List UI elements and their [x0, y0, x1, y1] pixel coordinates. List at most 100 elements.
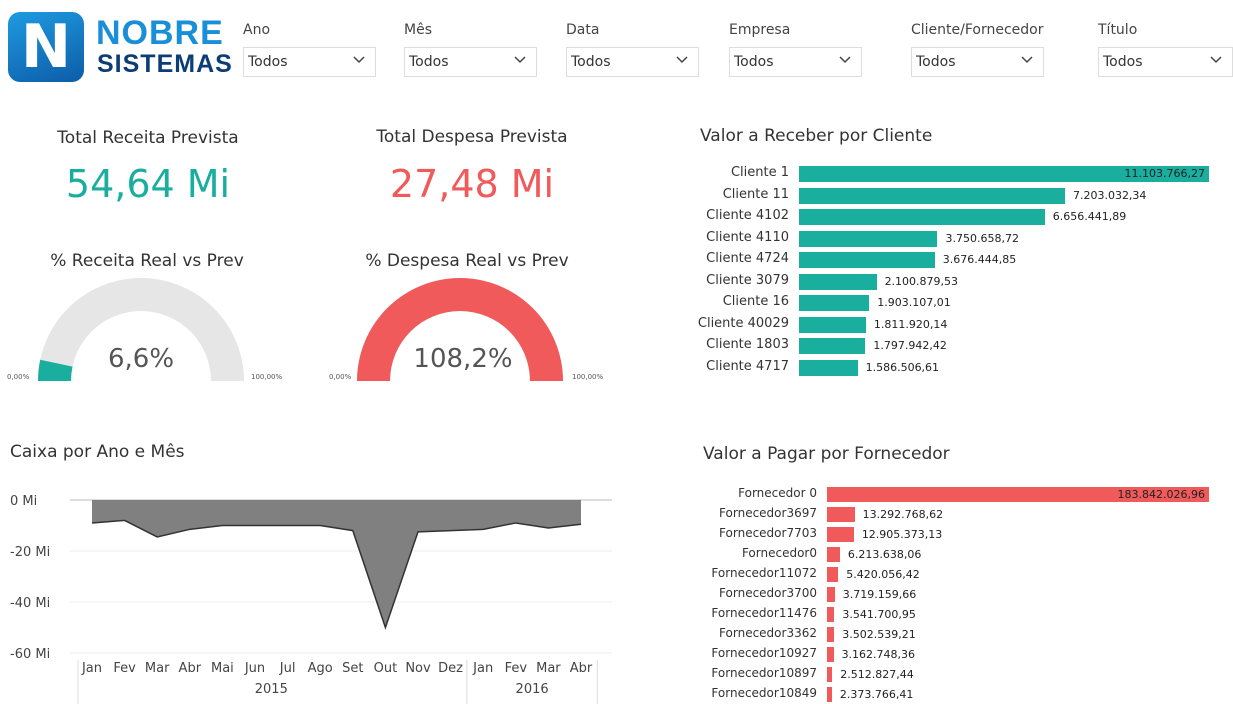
- bar-label: Cliente 4717: [706, 358, 789, 374]
- bar-value-label: 11.103.766,27: [1124, 167, 1205, 180]
- x-tick-label: Fev: [113, 661, 136, 676]
- logo-text-sistemas: SISTEMAS: [97, 50, 233, 78]
- caixa-title: Caixa por Ano e Mês: [10, 442, 185, 462]
- filter-label-0: Ano: [243, 22, 271, 38]
- filter-label-3: Empresa: [729, 22, 791, 38]
- filter-value-1: Todos: [409, 54, 449, 70]
- filter-dropdown-5[interactable]: Todos: [1098, 47, 1233, 77]
- filter-label-5: Título: [1098, 22, 1138, 38]
- bar-value-label: 7.203.032,34: [1072, 188, 1147, 202]
- bar-label: Fornecedor11072: [711, 566, 817, 580]
- filter-dropdown-0[interactable]: Todos: [243, 47, 376, 77]
- bar[interactable]: [799, 316, 866, 333]
- bar[interactable]: [827, 547, 840, 562]
- pagar-bar-chart: Fornecedor 0 183.842.026,96 Fornecedor3697…: [690, 486, 1220, 704]
- x-tick-label: Mar: [536, 661, 561, 676]
- chevron-down-icon: [676, 56, 688, 64]
- kpi-despesa-value: 27,48 Mi: [389, 162, 555, 206]
- chevron-down-icon: [514, 56, 526, 64]
- x-tick-label: Mar: [145, 661, 170, 676]
- x-tick-label: Mai: [211, 661, 234, 676]
- logo-letter: N: [20, 12, 72, 82]
- bar[interactable]: [827, 527, 854, 542]
- bar[interactable]: [827, 587, 835, 602]
- y-tick-label: -20 Mi: [10, 545, 50, 560]
- bar[interactable]: [827, 667, 833, 682]
- x-tick-label: Jul: [279, 661, 296, 676]
- x-tick-label: Dez: [438, 661, 463, 676]
- bar-value-label: 5.420.056,42: [846, 568, 920, 581]
- x-tick-label: Ago: [308, 661, 333, 676]
- bar[interactable]: [827, 607, 835, 622]
- logo-mark: N: [8, 12, 84, 82]
- bar[interactable]: [799, 187, 1065, 204]
- gauge-despesa-title: % Despesa Real vs Prev: [365, 251, 569, 271]
- bar[interactable]: [799, 295, 870, 311]
- bar-value-label: 6.213.638,06: [847, 548, 922, 561]
- bar-label: Fornecedor3697: [719, 506, 817, 520]
- filter-dropdown-4[interactable]: Todos: [911, 47, 1044, 77]
- bar-value-label: 2.100.879,53: [884, 274, 959, 288]
- chevron-down-icon: [1021, 56, 1033, 64]
- bar[interactable]: [827, 647, 834, 662]
- filter-label-4: Cliente/Fornecedor: [911, 22, 1044, 38]
- bar-value-label: 3.719.159,66: [842, 588, 917, 601]
- bar-label: Fornecedor0: [741, 546, 817, 560]
- bar-value-label: 3.676.444,85: [942, 253, 1017, 266]
- bar-label: Fornecedor 0: [738, 486, 817, 500]
- kpi-receita-title: Total Receita Prevista: [57, 128, 239, 148]
- x-group-label: 2016: [516, 682, 549, 697]
- filter-dropdown-3[interactable]: Todos: [729, 47, 862, 77]
- filter-value-4: Todos: [916, 54, 956, 70]
- filter-dropdown-1[interactable]: Todos: [404, 47, 537, 77]
- y-tick-label: -40 Mi: [10, 596, 50, 611]
- bar-label: Cliente 1803: [706, 337, 789, 352]
- bar[interactable]: [799, 338, 866, 354]
- bar[interactable]: [799, 209, 1045, 225]
- area-line: [91, 519, 582, 630]
- bar-value-label: 3.162.748,36: [841, 648, 916, 661]
- bar[interactable]: [799, 252, 935, 268]
- bar-value-label: 3.750.658,72: [945, 231, 1019, 245]
- x-tick-label: Nov: [405, 661, 431, 676]
- bar[interactable]: [799, 230, 938, 247]
- gauge-despesa-max: 100,00%: [572, 373, 604, 381]
- bar-label: Cliente 40029: [697, 315, 789, 331]
- chevron-down-icon: [839, 56, 851, 64]
- gauge-receita-min: 0,00%: [7, 373, 30, 381]
- bar-value-label: 1.586.506,61: [865, 360, 940, 374]
- bar-label: Cliente 11: [722, 186, 789, 202]
- gauge-receita-max: 100,00%: [251, 373, 283, 381]
- filter-label-1: Mês: [404, 22, 432, 38]
- bar-value-label: 12.905.373,13: [861, 528, 943, 541]
- bar-value-label: 1.903.107,01: [877, 296, 951, 309]
- bar-value-label: 183.842.026,96: [1117, 488, 1205, 501]
- bar-label: Fornecedor10849: [711, 686, 817, 700]
- bar-label: Cliente 1: [730, 165, 789, 180]
- gauge-receita-value: 6,6%: [107, 344, 175, 374]
- bar-label: Cliente 4724: [706, 251, 789, 266]
- kpi-despesa-title: Total Despesa Prevista: [376, 127, 568, 147]
- bar[interactable]: [827, 627, 835, 642]
- bar-label: Cliente 4102: [706, 208, 789, 223]
- x-tick-label: Jan: [81, 661, 102, 676]
- bar-label: Fornecedor11476: [711, 606, 817, 620]
- y-tick-label: -60 Mi: [10, 647, 50, 662]
- bar[interactable]: [827, 567, 839, 582]
- bar[interactable]: [799, 273, 877, 290]
- bar[interactable]: [827, 507, 855, 522]
- bar-label: Fornecedor3362: [719, 626, 817, 640]
- bar[interactable]: [799, 359, 858, 376]
- chevron-down-icon: [353, 56, 365, 64]
- bar-label: Fornecedor10927: [711, 646, 817, 660]
- x-group-label: 2015: [255, 682, 288, 697]
- filter-dropdown-2[interactable]: Todos: [566, 47, 699, 77]
- x-tick-label: Fev: [505, 661, 528, 676]
- kpi-receita-value: 54,64 Mi: [65, 162, 231, 206]
- bar[interactable]: [827, 687, 832, 702]
- filter-value-2: Todos: [571, 54, 611, 70]
- filter-value-0: Todos: [248, 54, 288, 70]
- bar-label: Cliente 16: [722, 294, 789, 309]
- x-tick-label: Abr: [570, 661, 593, 676]
- y-tick-label: 0 Mi: [10, 494, 37, 509]
